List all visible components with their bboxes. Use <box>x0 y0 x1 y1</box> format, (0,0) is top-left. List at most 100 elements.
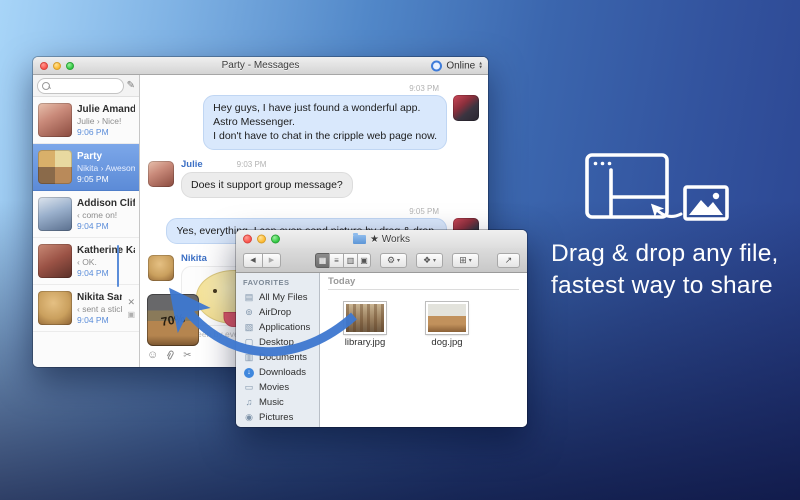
conversation-row-addison-cliff[interactable]: Addison Cliff ‹ come on! 9:04 PM <box>33 191 139 238</box>
window-controls <box>243 235 280 244</box>
contact-preview: ‹ sent a sticker <box>77 304 122 314</box>
file-dog-jpg[interactable]: dog.jpg <box>426 302 468 348</box>
close-window-button[interactable] <box>243 235 252 244</box>
contact-preview: Nikita › Awesome. <box>77 163 135 173</box>
message-time: 9:03 PM <box>409 84 439 93</box>
contact-name: Julie Amanda <box>77 104 135 115</box>
mute-icon[interactable]: ▣ <box>127 311 135 319</box>
close-window-button[interactable] <box>40 62 48 70</box>
dropbox-icon: ❖ <box>423 255 431 266</box>
window-controls <box>40 62 74 70</box>
conversation-sidebar: ✎ Julie Amanda Julie › Nice! 9:06 PM Par… <box>33 75 140 367</box>
attachment-icon[interactable] <box>166 350 175 361</box>
sidebar-item-documents[interactable]: ▥ Documents <box>243 350 319 365</box>
contact-text: Party Nikita › Awesome. 9:05 PM <box>77 151 135 184</box>
list-view-button[interactable]: ≡ <box>329 253 343 268</box>
conversation-row-julie-amanda[interactable]: Julie Amanda Julie › Nice! 9:06 PM <box>33 97 139 144</box>
arrange-menu-button[interactable]: ⊞ ▾ <box>452 253 479 268</box>
drag-drop-illustration <box>575 145 745 235</box>
contact-text: Nikita Sandy ‹ sent a sticker 9:04 PM <box>77 292 122 325</box>
sidebar-item-movies[interactable]: ▭ Movies <box>243 380 319 395</box>
emoji-icon[interactable]: ☺ <box>147 350 158 361</box>
tagline: Drag & drop any file, fastest way to sha… <box>551 238 779 303</box>
search-icon <box>42 82 50 90</box>
finder-sidebar: FAVORITES ▤ All My Files ⊚ AirDrop ▧ App… <box>236 273 320 427</box>
contact-text: Julie Amanda Julie › Nice! 9:06 PM <box>77 104 135 137</box>
conversation-row-katherine-kate[interactable]: Katherine Kate ‹ OK. 9:04 PM <box>33 238 139 285</box>
contact-name: Katherine Kate <box>77 245 135 256</box>
sidebar-item-downloads[interactable]: ↓ Downloads <box>243 365 319 380</box>
conversation-row-party[interactable]: Party Nikita › Awesome. 9:05 PM <box>33 144 139 191</box>
chevron-down-icon: ▾ <box>469 257 472 264</box>
conversation-row-nikita-sandy[interactable]: Nikita Sandy ‹ sent a sticker 9:04 PM ✕ … <box>33 285 139 332</box>
dropbox-menu-button[interactable]: ❖ ▾ <box>416 253 443 268</box>
contact-time: 9:04 PM <box>77 268 135 278</box>
search-input[interactable] <box>37 78 124 94</box>
file-library-jpg[interactable]: library.jpg <box>344 302 386 348</box>
pictures-icon: ◉ <box>243 413 255 422</box>
file-thumbnail <box>344 302 386 334</box>
message-outgoing: 9:03 PM Hey guys, I have just found a wo… <box>148 84 479 150</box>
contact-name: Party <box>77 151 135 162</box>
chevron-down-icon: ▾ <box>433 257 436 264</box>
minimize-window-button[interactable] <box>53 62 61 70</box>
desktop-icon: ▢ <box>243 338 255 347</box>
message-bubble: Does it support group message? <box>181 172 353 198</box>
tagline-line1: Drag & drop any file, <box>551 238 779 270</box>
scissors-icon[interactable]: ✂ <box>183 351 191 361</box>
downloads-icon: ↓ <box>244 368 254 378</box>
messages-titlebar[interactable]: Party - Messages Online ▴▾ <box>33 57 488 75</box>
upload-progress: 70% <box>160 311 186 329</box>
contact-time: 9:04 PM <box>77 221 135 231</box>
view-mode-segmented: ▦ ≡ ▥ ▣ <box>315 253 371 268</box>
forward-button[interactable]: ▶ <box>262 253 281 268</box>
documents-icon: ▥ <box>243 353 255 362</box>
share-icon: ↗ <box>505 255 513 266</box>
icon-view-button[interactable]: ▦ <box>315 253 329 268</box>
all-my-files-icon: ▤ <box>243 293 255 302</box>
finder-titlebar[interactable]: ★ Works <box>236 230 527 248</box>
close-conversation-icon[interactable]: ✕ <box>127 298 135 307</box>
coverflow-view-button[interactable]: ▣ <box>357 253 371 268</box>
minimize-window-button[interactable] <box>257 235 266 244</box>
popup-arrows-icon: ▴▾ <box>479 62 482 70</box>
contact-text: Addison Cliff ‹ come on! 9:04 PM <box>77 198 135 231</box>
sidebar-item-airdrop[interactable]: ⊚ AirDrop <box>243 305 319 320</box>
airdrop-icon: ⊚ <box>243 308 255 317</box>
favorites-section-label: FAVORITES <box>243 278 319 287</box>
compose-icon[interactable]: ✎ <box>127 81 135 91</box>
avatar <box>38 244 72 278</box>
avatar <box>38 150 72 184</box>
share-button[interactable]: ↗ <box>497 253 520 268</box>
nav-buttons: ◀ ▶ <box>243 253 281 268</box>
avatar <box>453 95 479 121</box>
sidebar-item-applications[interactable]: ▧ Applications <box>243 320 319 335</box>
folder-icon <box>353 235 366 244</box>
sidebar-search-row: ✎ <box>33 75 139 97</box>
sidebar-item-desktop[interactable]: ▢ Desktop <box>243 335 319 350</box>
file-thumbnail <box>426 302 468 334</box>
applications-icon: ▧ <box>243 323 255 332</box>
zoom-window-button[interactable] <box>66 62 74 70</box>
sidebar-item-pictures[interactable]: ◉ Pictures <box>243 410 319 425</box>
back-button[interactable]: ◀ <box>243 253 262 268</box>
composer-icons: ☺ ✂ <box>147 350 199 361</box>
chevron-down-icon: ▾ <box>397 257 400 264</box>
zoom-window-button[interactable] <box>271 235 280 244</box>
sidebar-item-all-my-files[interactable]: ▤ All My Files <box>243 290 319 305</box>
sidebar-item-music[interactable]: ♫ Music <box>243 395 319 410</box>
finder-body: FAVORITES ▤ All My Files ⊚ AirDrop ▧ App… <box>236 273 527 427</box>
contact-preview: ‹ OK. <box>77 257 135 267</box>
contact-preview: ‹ come on! <box>77 210 135 220</box>
contact-name: Addison Cliff <box>77 198 135 209</box>
contact-text: Katherine Kate ‹ OK. 9:04 PM <box>77 245 135 278</box>
action-menu-button[interactable]: ⚙ ▾ <box>380 253 407 268</box>
message-incoming: Julie 9:03 PM Does it support group mess… <box>148 159 479 198</box>
sidebar-scrollbar-thumb[interactable] <box>117 245 119 287</box>
movies-icon: ▭ <box>243 383 255 392</box>
sender-name: Nikita <box>181 253 207 264</box>
status-popup[interactable]: Online ▴▾ <box>431 60 482 71</box>
column-view-button[interactable]: ▥ <box>343 253 357 268</box>
finder-toolbar: ◀ ▶ ▦ ≡ ▥ ▣ ⚙ ▾ ❖ ▾ ⊞ ▾ ↗ <box>236 248 527 273</box>
contact-time: 9:05 PM <box>77 174 135 184</box>
